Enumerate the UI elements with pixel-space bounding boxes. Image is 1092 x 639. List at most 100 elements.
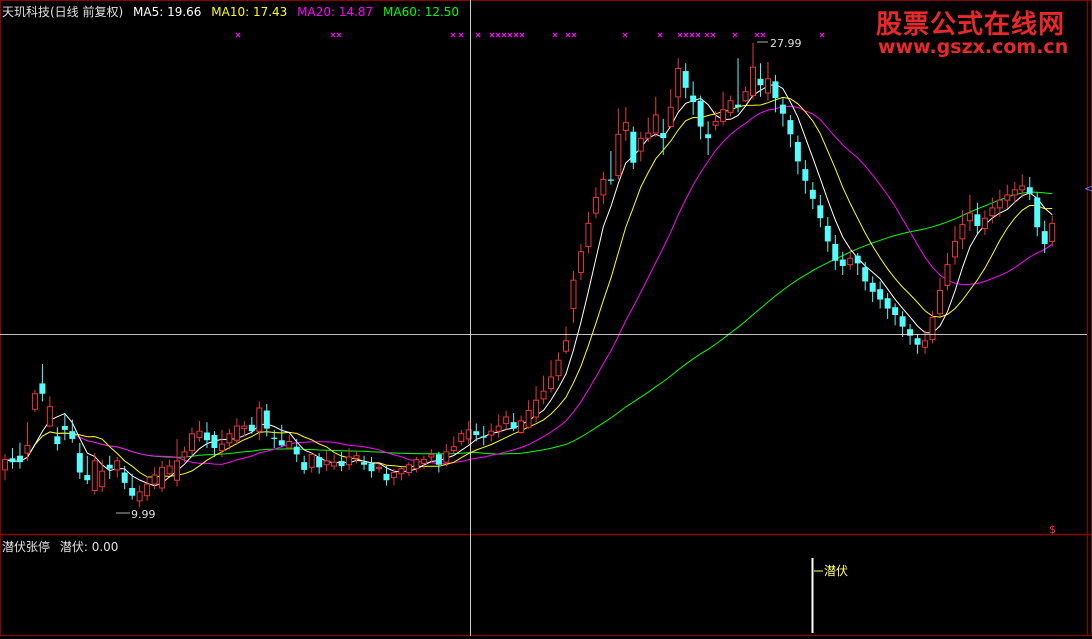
candle-body-down bbox=[368, 463, 375, 472]
signal-marker-x bbox=[695, 32, 701, 38]
candle-body-up bbox=[450, 446, 457, 452]
candle-body-down bbox=[271, 437, 278, 439]
signal-marker-x bbox=[513, 32, 519, 38]
candle-body-up bbox=[405, 464, 412, 473]
candle-body-down bbox=[772, 81, 779, 99]
candle-body-up bbox=[727, 100, 734, 113]
ma10-value: MA10: 17.43 bbox=[211, 5, 288, 19]
candle-body-down bbox=[697, 100, 704, 127]
signal-marker-x bbox=[235, 32, 241, 38]
candle-body-up bbox=[353, 455, 360, 459]
candle-body-down bbox=[884, 298, 891, 309]
candle-body-up bbox=[495, 425, 502, 432]
candle-body-up bbox=[331, 461, 338, 467]
candle-body-up bbox=[398, 468, 405, 475]
chart-overlay: 27.99 9.99 $ < 潜伏 bbox=[0, 0, 1092, 636]
candle-body-up bbox=[600, 178, 607, 196]
candle-body-up bbox=[174, 460, 181, 481]
candle-body-down bbox=[435, 454, 442, 465]
kline-chart: 27.99 9.99 $ < 潜伏 bbox=[0, 0, 1092, 636]
signal-marker-x bbox=[489, 32, 495, 38]
candle-body-down bbox=[9, 458, 16, 463]
candle-body-down bbox=[862, 267, 869, 282]
candle-body-up bbox=[24, 444, 31, 454]
candle-body-down bbox=[1041, 231, 1048, 245]
candle-body-up bbox=[181, 451, 188, 458]
indicator-name: 潜伏张停 bbox=[2, 540, 51, 554]
ma60-value: MA60: 12.50 bbox=[383, 5, 460, 19]
candle-body-down bbox=[832, 244, 839, 261]
candle-body-up bbox=[390, 471, 397, 479]
candle-body-down bbox=[607, 179, 614, 181]
candle-body-up bbox=[563, 340, 569, 352]
candle-body-up bbox=[31, 393, 38, 410]
candle-body-down bbox=[899, 316, 906, 327]
signal-marker-x bbox=[565, 32, 571, 38]
indicator-header: 潜伏张停 潜伏: 0.00 bbox=[2, 538, 124, 555]
candle-body-down bbox=[802, 169, 809, 181]
candle-body-up bbox=[91, 460, 98, 492]
candle-body-up bbox=[286, 441, 293, 449]
candle-body-down bbox=[854, 255, 861, 264]
candle-body-up bbox=[720, 109, 727, 122]
candle-body-up bbox=[46, 406, 53, 427]
candle-body-down bbox=[892, 307, 899, 316]
candle-body-down bbox=[1034, 197, 1041, 228]
ma5-value: MA5: 19.66 bbox=[133, 5, 202, 19]
candle-body-up bbox=[667, 106, 674, 128]
signal-marker-x bbox=[519, 32, 525, 38]
candle-body-up bbox=[847, 257, 854, 266]
candle-body-down bbox=[338, 460, 345, 467]
candle-body-up bbox=[675, 67, 682, 98]
candle-body-up bbox=[944, 264, 951, 286]
candle-body-up bbox=[1004, 194, 1011, 201]
candle-body-up bbox=[592, 197, 599, 214]
signal-marker-x bbox=[677, 32, 683, 38]
candle-body-up bbox=[376, 466, 382, 470]
candle-body-up bbox=[323, 460, 330, 466]
candle-body-up bbox=[577, 251, 584, 273]
watermark-url: www.gszx.com.cn bbox=[878, 36, 1069, 58]
signal-marker-x bbox=[754, 32, 760, 38]
candle-body-up bbox=[99, 470, 106, 488]
candle-body-up bbox=[525, 410, 532, 428]
signal-marker-x bbox=[501, 32, 507, 38]
candle-body-up bbox=[159, 466, 166, 489]
low-price-label: 9.99 bbox=[131, 508, 156, 521]
candle-body-down bbox=[735, 104, 742, 108]
candle-body-down bbox=[203, 432, 210, 441]
candle-body-up bbox=[750, 66, 756, 97]
candle-body-down bbox=[660, 133, 667, 139]
indicator-value: 潜伏: 0.00 bbox=[59, 540, 119, 554]
signal-marker-x bbox=[507, 32, 513, 38]
candle-body-up bbox=[1049, 222, 1056, 242]
corner-dollar-mark: $ bbox=[1049, 523, 1056, 536]
candle-body-up bbox=[615, 133, 622, 177]
signal-marker-x bbox=[552, 32, 558, 38]
signal-marker-x bbox=[622, 32, 628, 38]
candle-body-up bbox=[2, 459, 8, 471]
candle-body-up bbox=[996, 199, 1003, 209]
candle-body-down bbox=[129, 487, 136, 496]
signal-marker-x bbox=[450, 32, 456, 38]
candle-body-down bbox=[705, 134, 712, 139]
candle-body-up bbox=[540, 390, 547, 400]
candle-body-down bbox=[248, 424, 255, 432]
candle-body-down bbox=[974, 214, 981, 226]
candle-body-down bbox=[1026, 187, 1033, 194]
candle-body-up bbox=[413, 459, 420, 470]
candle-body-up bbox=[488, 430, 495, 436]
candle-body-up bbox=[233, 425, 240, 441]
candle-body-down bbox=[76, 453, 83, 473]
candle-body-up bbox=[518, 420, 525, 433]
candle-body-down bbox=[787, 120, 794, 135]
candle-body-up bbox=[503, 416, 510, 424]
signal-marker-x bbox=[475, 32, 481, 38]
candle-body-up bbox=[937, 289, 943, 315]
candle-body-up bbox=[622, 122, 629, 131]
candle-body-down bbox=[869, 282, 876, 292]
candle-body-up bbox=[144, 483, 151, 497]
signal-marker-x bbox=[571, 32, 577, 38]
candle-body-up bbox=[189, 433, 195, 452]
candle-body-down bbox=[278, 440, 285, 446]
